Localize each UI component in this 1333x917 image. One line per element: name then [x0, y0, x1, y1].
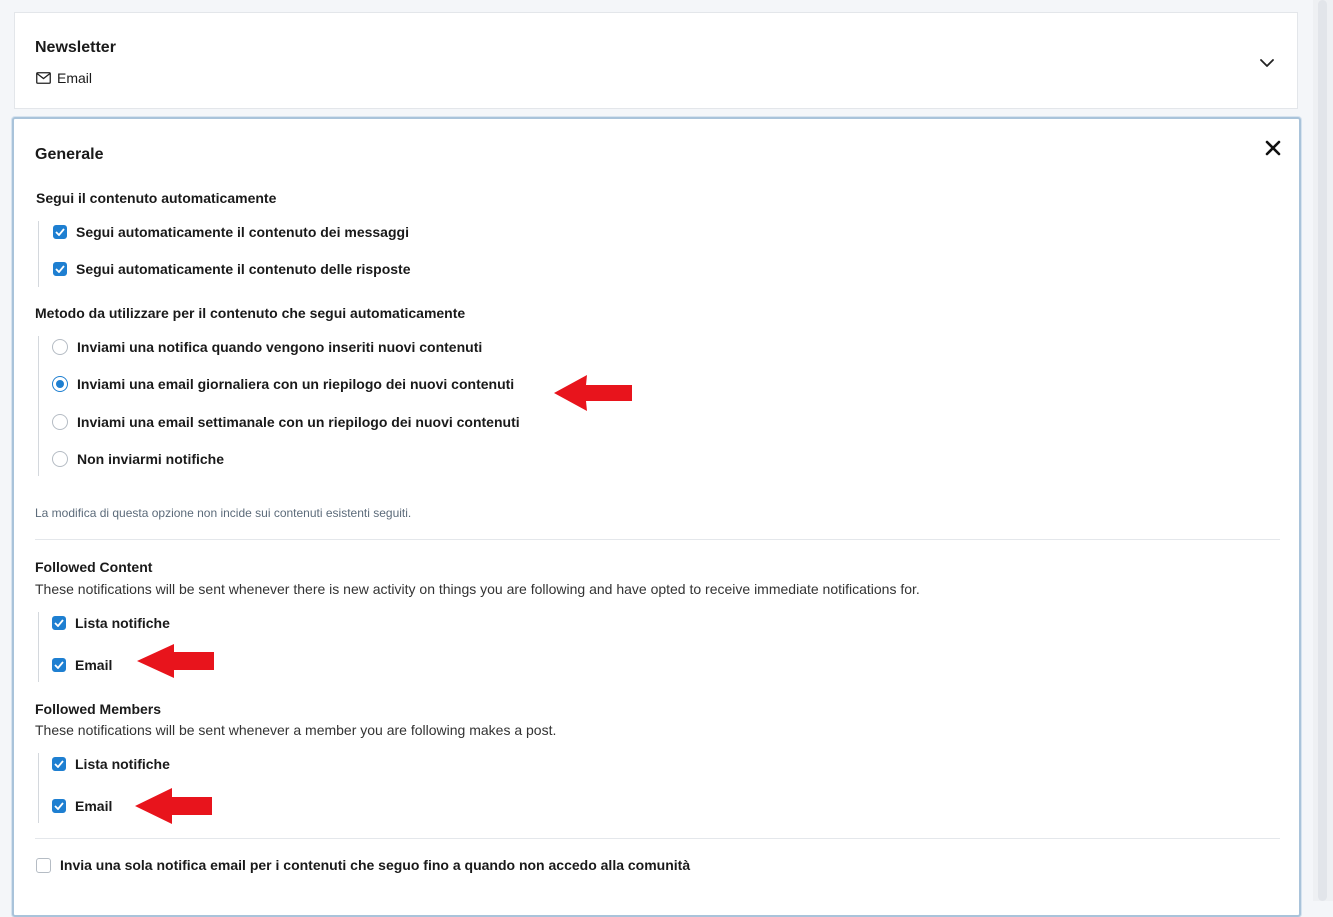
auto-follow-heading: Segui il contenuto automaticamente: [36, 190, 277, 206]
method-note: La modifica di questa opzione non incide…: [35, 506, 412, 520]
followed-content-group-rule: [38, 612, 39, 682]
followed-members-description: These notifications will be sent wheneve…: [35, 722, 557, 738]
annotation-arrow-icon: [554, 375, 632, 411]
checkbox-checked-icon[interactable]: [52, 658, 66, 672]
auto-follow-group-rule: [38, 221, 39, 287]
method-option-daily-digest-label: Inviami una email giornaliera con un rie…: [77, 376, 515, 392]
checkbox-checked-icon[interactable]: [52, 799, 66, 813]
method-option-daily-digest[interactable]: Inviami una email giornaliera con un rie…: [52, 376, 514, 392]
followed-members-group-rule: [38, 753, 39, 823]
followed-members-email-label: Email: [75, 798, 113, 814]
followed-content-email-label: Email: [75, 657, 113, 673]
newsletter-channel: Email: [36, 70, 92, 86]
scrollbar-thumb[interactable]: [1318, 0, 1327, 901]
followed-members-notification-list-label: Lista notifiche: [75, 756, 170, 772]
method-option-notify-new-label: Inviami una notifica quando vengono inse…: [77, 339, 483, 355]
newsletter-card[interactable]: Newsletter Email: [14, 12, 1298, 109]
divider: [35, 838, 1280, 839]
annotation-arrow-icon: [137, 644, 214, 678]
followed-content-description: These notifications will be sent wheneve…: [35, 581, 920, 597]
chevron-down-icon[interactable]: [1257, 53, 1277, 73]
checkbox-checked-icon[interactable]: [53, 262, 67, 276]
method-option-weekly-digest-label: Inviami una email settimanale con un rie…: [77, 414, 520, 430]
auto-follow-replies-checkbox[interactable]: Segui automaticamente il contenuto delle…: [53, 261, 411, 277]
newsletter-title: Newsletter: [35, 39, 116, 56]
radio-unselected-icon[interactable]: [52, 451, 68, 467]
single-email-label: Invia una sola notifica email per i cont…: [60, 857, 691, 873]
method-option-weekly-digest[interactable]: Inviami una email settimanale con un rie…: [52, 414, 520, 430]
radio-unselected-icon[interactable]: [52, 414, 68, 430]
checkbox-checked-icon[interactable]: [53, 225, 67, 239]
close-icon[interactable]: [1264, 139, 1282, 157]
followed-content-notification-list-checkbox[interactable]: Lista notifiche: [52, 615, 170, 631]
newsletter-channel-label: Email: [57, 70, 93, 86]
method-option-no-notifications-label: Non inviarmi notifiche: [77, 451, 225, 467]
followed-content-heading: Followed Content: [35, 559, 153, 575]
annotation-arrow-icon: [135, 788, 212, 824]
checkbox-checked-icon[interactable]: [52, 757, 66, 771]
radio-unselected-icon[interactable]: [52, 339, 68, 355]
general-title: Generale: [35, 146, 104, 163]
checkbox-checked-icon[interactable]: [52, 616, 66, 630]
followed-content-email-checkbox[interactable]: Email: [52, 657, 112, 673]
single-email-checkbox[interactable]: Invia una sola notifica email per i cont…: [36, 857, 690, 873]
method-group-rule: [38, 336, 39, 476]
followed-content-notification-list-label: Lista notifiche: [75, 615, 170, 631]
divider: [35, 539, 1280, 540]
followed-members-heading: Followed Members: [35, 701, 162, 717]
method-option-no-notifications[interactable]: Non inviarmi notifiche: [52, 451, 224, 467]
followed-members-notification-list-checkbox[interactable]: Lista notifiche: [52, 756, 170, 772]
page-scrollbar[interactable]: [1313, 0, 1333, 901]
method-heading: Metodo da utilizzare per il contenuto ch…: [35, 305, 466, 321]
auto-follow-messages-checkbox[interactable]: Segui automaticamente il contenuto dei m…: [53, 224, 409, 240]
checkbox-unchecked-icon[interactable]: [36, 857, 51, 873]
followed-members-email-checkbox[interactable]: Email: [52, 798, 112, 814]
envelope-icon: [36, 72, 51, 84]
method-option-notify-new[interactable]: Inviami una notifica quando vengono inse…: [52, 339, 482, 355]
auto-follow-replies-label: Segui automaticamente il contenuto delle…: [76, 261, 411, 277]
auto-follow-messages-label: Segui automaticamente il contenuto dei m…: [76, 224, 409, 240]
radio-selected-icon[interactable]: [52, 376, 68, 392]
